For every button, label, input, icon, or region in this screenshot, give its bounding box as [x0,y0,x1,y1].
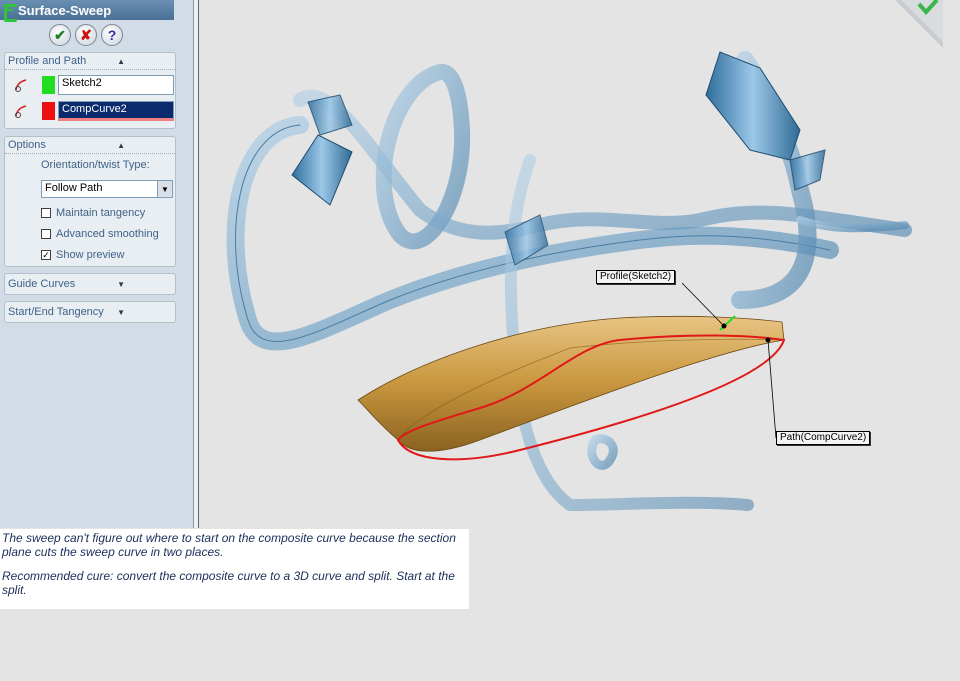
confirmation-corner[interactable] [895,0,943,48]
checkbox-label: Show preview [56,249,125,261]
show-preview-checkbox[interactable]: ✓ Show preview [41,249,124,261]
sweep-profile-icon [15,79,27,92]
profile-color-swatch [42,76,55,94]
note-line-2: Recommended cure: convert the composite … [2,569,455,597]
explanation-note: The sweep can't figure out where to star… [0,529,469,609]
start-end-tangency-header[interactable]: Start/End Tangency ▼ [5,302,175,322]
action-buttons: ✔ ✘ ? [49,24,123,46]
cancel-button[interactable]: ✘ [75,24,97,46]
checkbox-box[interactable] [41,208,51,218]
property-manager: Surface-Sweep ✔ ✘ ? Profile and Path ▲ S… [0,0,193,528]
feature-title-bar: Surface-Sweep [0,0,174,22]
maintain-tangency-checkbox[interactable]: Maintain tangency [41,207,145,219]
profile-and-path-panel: Profile and Path ▲ Sketch2 CompCurve2 [4,52,176,129]
profile-selection-row: Sketch2 [5,75,175,95]
profile-callout[interactable]: Profile(Sketch2) [596,270,676,284]
orientation-value: Follow Path [45,182,103,194]
sweep-section-surface [357,315,785,452]
start-end-tangency-panel[interactable]: Start/End Tangency ▼ [4,301,176,323]
options-header[interactable]: Options ▲ [5,137,175,154]
panel-splitter[interactable] [193,0,199,528]
guide-curves-header[interactable]: Guide Curves ▼ [5,274,175,294]
start-end-tangency-title: Start/End Tangency [8,306,104,318]
profile-and-path-title: Profile and Path [8,55,87,67]
path-color-swatch [42,102,55,120]
collapse-up-icon[interactable]: ▲ [117,141,125,150]
guide-curves-panel[interactable]: Guide Curves ▼ [4,273,176,295]
ok-button[interactable]: ✔ [49,24,71,46]
path-callout[interactable]: Path(CompCurve2) [776,431,871,445]
checkbox-label: Maintain tangency [56,207,146,219]
help-button[interactable]: ? [101,24,123,46]
expand-down-icon[interactable]: ▼ [117,308,125,317]
options-panel: Options ▲ Orientation/twist Type: Follow… [4,136,176,267]
checkbox-box[interactable] [41,229,51,239]
options-title: Options [8,139,46,151]
path-selection-row: CompCurve2 [5,101,175,121]
advanced-smoothing-checkbox[interactable]: Advanced smoothing [41,228,159,240]
path-point [765,337,771,343]
checkbox-box-checked[interactable]: ✓ [41,250,51,260]
surface-sweep-icon [3,3,17,22]
orientation-label: Orientation/twist Type: [41,159,150,171]
graphics-viewport[interactable] [200,0,960,528]
guide-curves-title: Guide Curves [8,278,76,290]
note-line-1: The sweep can't figure out where to star… [2,531,456,559]
profile-point [721,323,727,329]
profile-and-path-header[interactable]: Profile and Path ▲ [5,53,175,70]
expand-down-icon[interactable]: ▼ [117,280,125,289]
checkbox-label: Advanced smoothing [56,228,159,240]
feature-title: Surface-Sweep [18,2,112,18]
profile-selection-box[interactable]: Sketch2 [58,75,174,95]
orientation-dropdown[interactable]: Follow Path ▼ [41,180,173,198]
sweep-path-icon [15,105,27,118]
dropdown-arrow-icon[interactable]: ▼ [157,181,172,197]
path-selection-box[interactable]: CompCurve2 [58,101,174,121]
collapse-up-icon[interactable]: ▲ [117,57,125,66]
